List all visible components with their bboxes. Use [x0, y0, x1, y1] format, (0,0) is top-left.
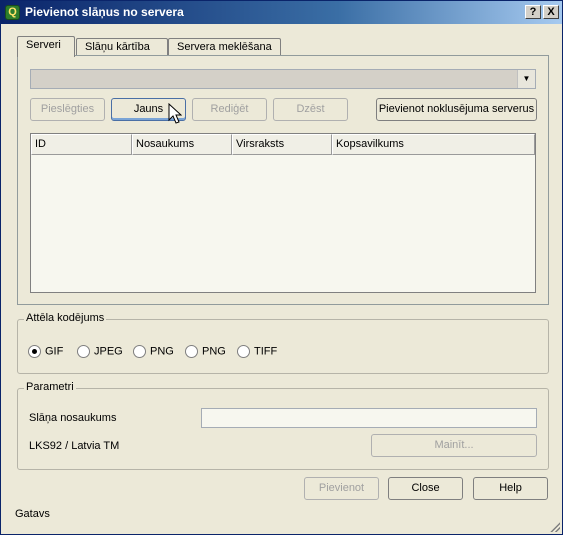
column-header-id[interactable]: ID — [31, 134, 132, 155]
servers-tab-panel: ▼ Pieslēgties Jauns Rediģēt Dzēst Pievie… — [17, 55, 549, 305]
image-encoding-title: Attēla kodējums — [24, 312, 107, 324]
tab-servers[interactable]: Serveri — [17, 36, 75, 57]
table-header: ID Nosaukums Virsraksts Kopsavilkums — [31, 134, 535, 155]
add-default-servers-button[interactable]: Pievienot noklusējuma serverus — [376, 98, 537, 121]
column-header-abstract[interactable]: Kopsavilkums — [332, 134, 535, 155]
resize-grip-icon[interactable] — [548, 520, 560, 532]
title-help-button[interactable]: ? — [525, 5, 541, 19]
help-button[interactable]: Help — [473, 477, 548, 500]
qgis-logo-icon: Q — [5, 5, 20, 20]
encoding-option-jpeg[interactable]: JPEG — [77, 345, 123, 359]
title-close-button[interactable]: X — [543, 5, 559, 19]
encoding-option-png-2[interactable]: PNG — [185, 345, 226, 359]
parameters-group: Parametri Slāņa nosaukums LKS92 / Latvia… — [17, 381, 549, 470]
radio-icon — [133, 345, 146, 358]
parameters-title: Parametri — [24, 381, 76, 393]
tab-layer-order[interactable]: Slāņu kārtība — [76, 38, 168, 56]
encoding-option-png[interactable]: PNG — [133, 345, 174, 359]
encoding-option-gif[interactable]: GIF — [28, 345, 63, 359]
close-button[interactable]: Close — [388, 477, 463, 500]
window-title: Pievienot slāņus no servera — [25, 5, 184, 19]
encoding-option-tiff[interactable]: TIFF — [237, 345, 277, 359]
delete-button[interactable]: Dzēst — [273, 98, 348, 121]
add-button[interactable]: Pievienot — [304, 477, 379, 500]
column-header-name[interactable]: Nosaukums — [132, 134, 232, 155]
crs-label: LKS92 / Latvia TM — [29, 440, 120, 452]
title-bar[interactable]: Q Pievienot slāņus no servera ? X — [1, 1, 562, 24]
status-text: Gatavs — [15, 508, 50, 520]
servers-table[interactable]: ID Nosaukums Virsraksts Kopsavilkums — [30, 133, 536, 293]
chevron-down-icon[interactable]: ▼ — [517, 70, 535, 88]
layer-name-input[interactable] — [201, 408, 537, 428]
change-crs-button[interactable]: Mainīt... — [371, 434, 537, 457]
radio-icon — [237, 345, 250, 358]
image-encoding-group: Attēla kodējums GIF JPEG PNG PNG TIFF — [17, 312, 549, 374]
server-select[interactable]: ▼ — [30, 69, 536, 89]
radio-icon — [185, 345, 198, 358]
layer-name-label: Slāņa nosaukums — [29, 412, 117, 424]
radio-icon — [77, 345, 90, 358]
dialog-window: Q Pievienot slāņus no servera ? X Server… — [0, 0, 563, 535]
tab-server-search[interactable]: Servera meklēšana — [168, 38, 281, 56]
edit-button[interactable]: Rediģēt — [192, 98, 267, 121]
connect-button[interactable]: Pieslēgties — [30, 98, 105, 121]
column-header-title[interactable]: Virsraksts — [232, 134, 332, 155]
mouse-cursor-icon — [168, 103, 182, 124]
radio-icon — [28, 345, 41, 358]
